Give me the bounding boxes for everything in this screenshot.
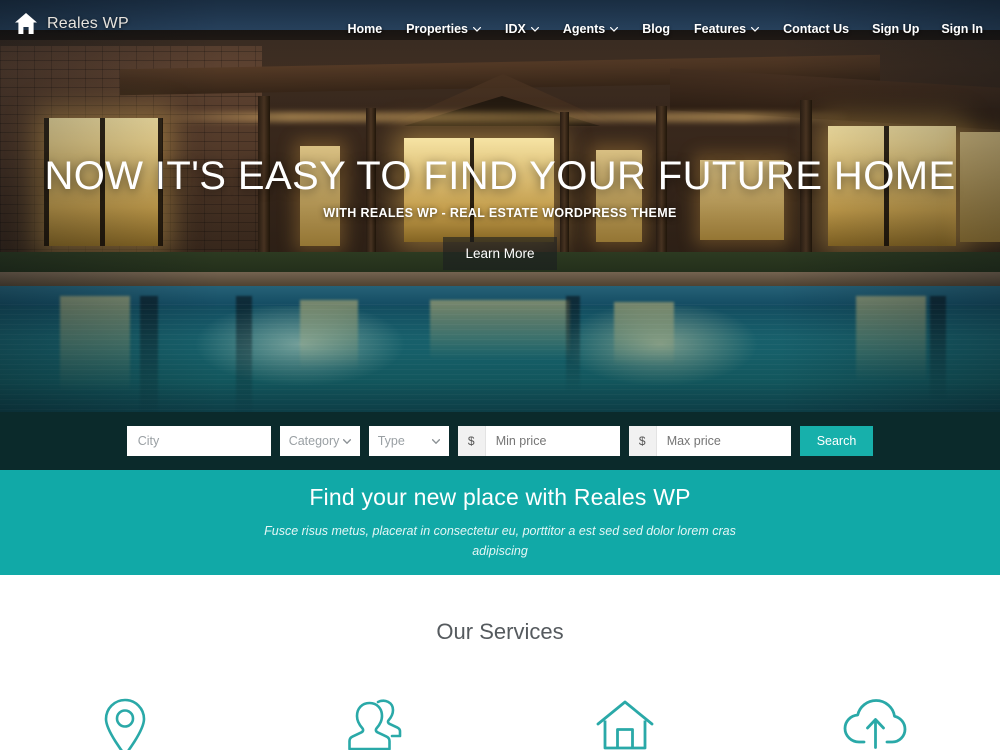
- max-price-group: $: [628, 426, 791, 456]
- chevron-down-icon: [751, 26, 760, 32]
- nav-item-sign-up[interactable]: Sign Up: [861, 22, 930, 36]
- min-price-input[interactable]: [485, 426, 620, 456]
- nav-label: IDX: [505, 22, 526, 36]
- chevron-down-icon: [473, 26, 482, 32]
- nav-item-blog[interactable]: Blog: [630, 22, 682, 36]
- service-item-location[interactable]: [0, 697, 250, 750]
- learn-more-button[interactable]: Learn More: [443, 237, 557, 271]
- main-navigation: Home Properties IDX Agents Blog Features: [335, 0, 1000, 36]
- hero-section: Reales WP Home Properties IDX Agents Blo…: [0, 0, 1000, 470]
- hero-subtitle: WITH REALES WP - REAL ESTATE WORDPRESS T…: [323, 206, 677, 221]
- service-item-upload[interactable]: [750, 697, 1000, 750]
- nav-item-contact-us[interactable]: Contact Us: [771, 22, 861, 36]
- min-price-group: $: [457, 426, 620, 456]
- nav-label: Sign Up: [872, 22, 920, 36]
- promo-banner-subtitle: Fusce risus metus, placerat in consectet…: [264, 524, 736, 558]
- service-item-properties[interactable]: [500, 697, 750, 750]
- map-pin-icon: [104, 698, 146, 750]
- brand-name: Reales WP: [47, 14, 129, 32]
- property-search-bar: Category Type $ $ Search: [0, 412, 1000, 470]
- chevron-down-icon: [610, 26, 619, 32]
- chevron-down-icon: [530, 26, 539, 32]
- category-select-label: Category: [288, 434, 340, 448]
- nav-item-sign-in[interactable]: Sign In: [930, 22, 994, 36]
- services-title: Our Services: [436, 619, 564, 644]
- house-icon: [596, 700, 654, 750]
- services-icon-row: [0, 697, 1000, 750]
- nav-label: Properties: [406, 22, 469, 36]
- category-select[interactable]: Category: [279, 426, 360, 456]
- currency-symbol: $: [628, 426, 657, 456]
- nav-item-idx[interactable]: IDX: [493, 22, 551, 36]
- type-select-label: Type: [377, 434, 405, 448]
- users-icon: [348, 699, 402, 750]
- currency-symbol: $: [457, 426, 486, 456]
- nav-item-home[interactable]: Home: [335, 22, 394, 36]
- chevron-down-icon: [342, 438, 351, 444]
- nav-item-features[interactable]: Features: [682, 22, 771, 36]
- type-select[interactable]: Type: [368, 426, 449, 456]
- site-header: Reales WP Home Properties IDX Agents Blo…: [0, 0, 1000, 62]
- hero-title: NOW IT'S EASY TO FIND YOUR FUTURE HOME: [44, 154, 956, 198]
- nav-label: Sign In: [941, 22, 983, 36]
- home-icon: [15, 13, 37, 34]
- promo-banner: Find your new place with Reales WP Fusce…: [0, 470, 1000, 575]
- nav-label: Features: [694, 22, 747, 36]
- cloud-upload-icon: [843, 699, 907, 749]
- nav-item-agents[interactable]: Agents: [551, 22, 630, 36]
- nav-item-properties[interactable]: Properties: [394, 22, 493, 36]
- nav-label: Agents: [562, 22, 606, 36]
- max-price-input[interactable]: [656, 426, 791, 456]
- chevron-down-icon: [431, 438, 440, 444]
- brand-logo[interactable]: Reales WP: [0, 0, 129, 35]
- search-button[interactable]: Search: [799, 426, 874, 456]
- city-input[interactable]: [126, 426, 271, 456]
- nav-label: Contact Us: [783, 22, 850, 36]
- services-section: Our Services: [0, 575, 1000, 750]
- service-item-agents[interactable]: [250, 697, 500, 750]
- nav-label: Home: [347, 22, 383, 36]
- nav-label: Blog: [642, 22, 671, 36]
- promo-banner-title: Find your new place with Reales WP: [309, 484, 691, 511]
